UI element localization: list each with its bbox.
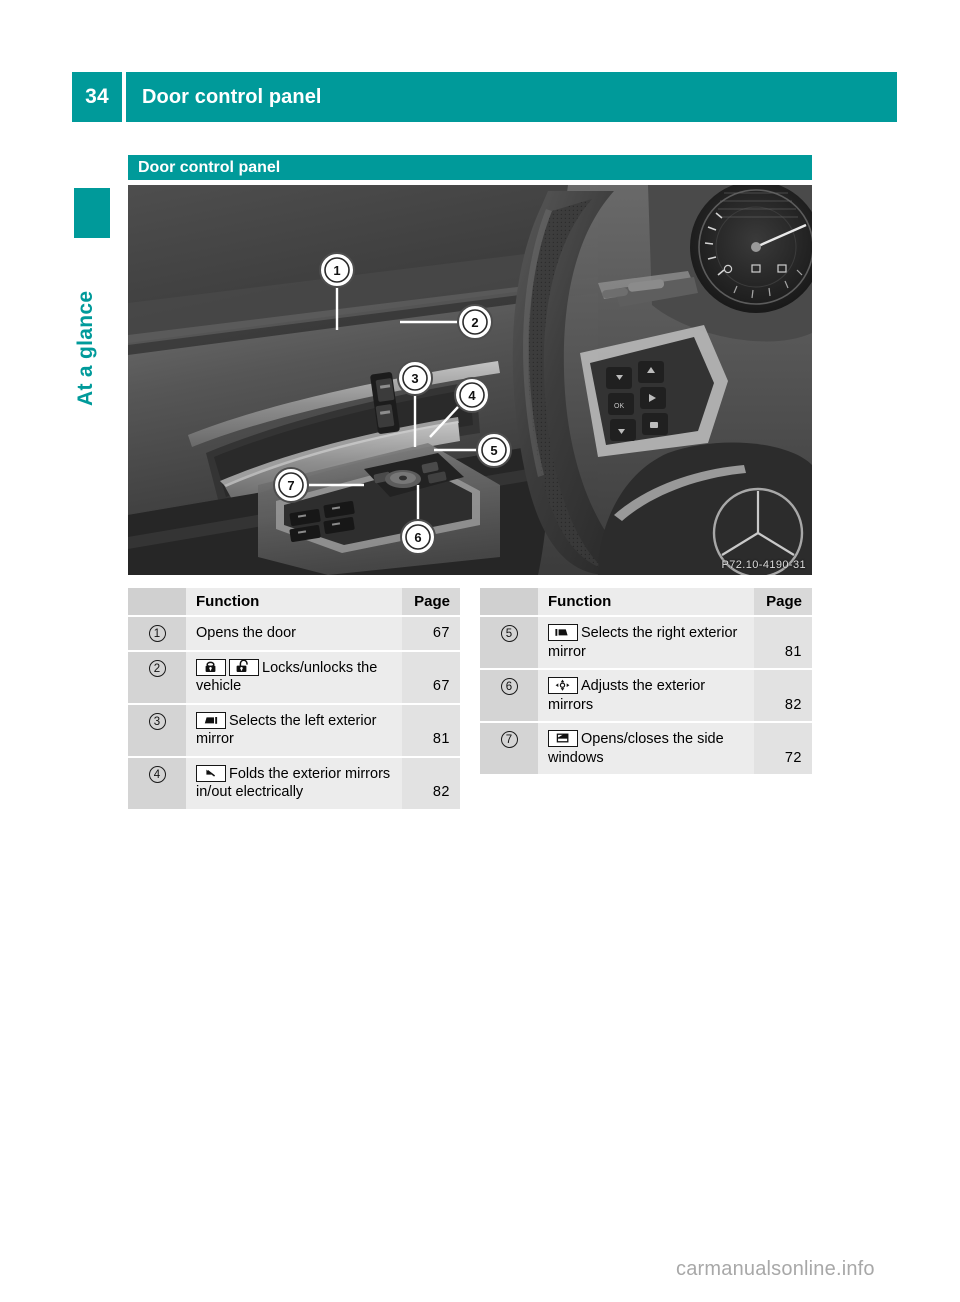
header-marker-column [480, 588, 538, 617]
row-function: Folds the exterior mirrors in/out electr… [186, 756, 402, 809]
svg-text:4: 4 [468, 388, 476, 403]
callout-1: 1 [319, 252, 355, 288]
callout-marker: 5 [500, 625, 518, 642]
header-page: Page [754, 588, 812, 617]
function-text: Opens the door [196, 625, 296, 641]
header-function: Function [186, 588, 402, 617]
section-title: Door control panel [128, 155, 812, 180]
row-marker: 5 [480, 616, 538, 671]
callout-marker: 2 [148, 659, 166, 677]
callout-7: 7 [273, 467, 309, 503]
row-page[interactable]: 82 [402, 756, 460, 809]
row-marker: 4 [128, 756, 186, 809]
row-marker: 6 [480, 669, 538, 724]
header-function: Function [538, 588, 754, 617]
table-row: 4 Folds the exterior mirrors in/out elec… [128, 756, 460, 809]
photo-credit: P72.10-4190-31 [721, 559, 806, 571]
site-watermark: carmanualsonline.info [676, 1258, 875, 1280]
chapter-tab-marker [74, 188, 110, 238]
svg-text:5: 5 [490, 443, 497, 458]
side-window-icon [548, 730, 578, 748]
svg-text:6: 6 [414, 530, 421, 545]
callout-3: 3 [397, 360, 433, 396]
callout-marker: 3 [148, 712, 166, 730]
row-function: Locks/unlocks the vehicle [186, 650, 402, 705]
dashboard-and-steering-wheel: OK [512, 185, 812, 575]
row-function: Selects the left exterior mirror [186, 703, 402, 758]
table-row: 2 Locks/unlocks the vehicle 67 [128, 650, 460, 705]
photo-illustration: OK 1 2 3 4 5 6 7 [128, 185, 812, 575]
left-exterior-mirror-icon [196, 711, 226, 729]
table-row: 3 Selects the left exterior mirror 81 [128, 703, 460, 758]
row-function: Opens the door [186, 616, 402, 652]
table-row: 5 Selects the right exterior mirror 81 [480, 616, 812, 671]
svg-text:OK: OK [614, 403, 624, 410]
svg-text:1: 1 [333, 263, 340, 278]
row-function: Adjusts the exterior mirrors [538, 669, 754, 724]
row-page[interactable]: 67 [402, 616, 460, 652]
header-page: Page [402, 588, 460, 617]
page-number: 34 [72, 72, 122, 122]
row-page[interactable]: 72 [754, 722, 812, 775]
callout-2: 2 [457, 304, 493, 340]
svg-text:3: 3 [411, 371, 418, 386]
row-page[interactable]: 81 [402, 703, 460, 758]
svg-text:2: 2 [471, 315, 478, 330]
legend-table-right: Function Page 5 Selects the right exteri… [480, 588, 812, 775]
row-page[interactable]: 67 [402, 650, 460, 705]
callout-marker: 7 [500, 731, 518, 749]
lock-open-icon [229, 658, 259, 676]
svg-text:7: 7 [287, 478, 294, 493]
table-header-row: Function Page [128, 588, 460, 617]
table-row: 6 Adjusts the exterior mirrors 82 [480, 669, 812, 724]
callout-6: 6 [400, 519, 436, 555]
door-control-panel-photo: OK 1 2 3 4 5 6 7 P72.10-4190-31 [128, 185, 812, 575]
callout-marker: 1 [148, 625, 166, 642]
page-header: 34 Door control panel [72, 72, 897, 122]
row-page[interactable]: 82 [754, 669, 812, 724]
chapter-label: At a glance [74, 290, 97, 406]
fold-mirrors-icon [196, 764, 226, 782]
legend-table-left: Function Page 1 Opens the door 67 2 Lock… [128, 588, 460, 809]
lock-closed-icon [196, 658, 226, 676]
callout-5: 5 [476, 432, 512, 468]
row-marker: 2 [128, 650, 186, 705]
header-marker-column [128, 588, 186, 617]
row-marker: 7 [480, 722, 538, 775]
table-row: 1 Opens the door 67 [128, 616, 460, 652]
page-title: Door control panel [126, 72, 897, 122]
row-marker: 3 [128, 703, 186, 758]
table-row: 7 Opens/closes the side windows 72 [480, 722, 812, 775]
row-function: Opens/closes the side windows [538, 722, 754, 775]
callout-marker: 4 [148, 765, 166, 783]
callout-marker: 6 [500, 678, 518, 696]
adjust-mirrors-icon [548, 677, 578, 695]
row-page[interactable]: 81 [754, 616, 812, 671]
row-marker: 1 [128, 616, 186, 652]
table-header-row: Function Page [480, 588, 812, 617]
row-function: Selects the right exterior mirror [538, 616, 754, 671]
callout-4: 4 [454, 377, 490, 413]
right-exterior-mirror-icon [548, 624, 578, 641]
